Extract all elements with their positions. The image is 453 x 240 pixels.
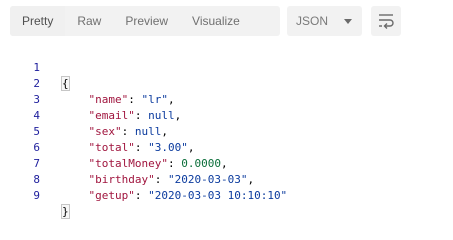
format-dropdown[interactable]: JSON [287, 6, 362, 36]
tab-raw[interactable]: Raw [65, 6, 113, 36]
json-code-view[interactable]: 1 { 2 "name": "lr", 3 "email": null, 4 "… [0, 44, 453, 219]
close-brace: } [61, 204, 70, 219]
code-line: 9 } [0, 172, 453, 219]
code-line: 3 "email": null, [0, 76, 453, 122]
code-line: 6 "totalMoney": 0.0000, [0, 124, 453, 170]
code-line: 4 "sex": null, [0, 92, 453, 138]
wrap-lines-button[interactable] [371, 6, 401, 36]
json-value: "2020-03-03 10:10:10" [148, 189, 288, 202]
view-mode-tabs: Pretty Raw Preview Visualize [10, 6, 280, 36]
wrap-lines-icon [379, 14, 394, 29]
code-line: 8 "getup": "2020-03-03 10:10:10" [0, 156, 453, 202]
code-line: 5 "total": "3.00", [0, 108, 453, 154]
code-line: 1 { [0, 44, 453, 91]
tab-pretty[interactable]: Pretty [10, 6, 66, 36]
code-line: 7 "birthday": "2020-03-03", [0, 140, 453, 186]
code-line: 2 "name": "lr", [0, 60, 453, 106]
json-key: "getup" [88, 189, 135, 202]
chevron-down-icon [344, 19, 352, 24]
tab-visualize[interactable]: Visualize [180, 6, 252, 36]
format-dropdown-value: JSON [296, 14, 329, 28]
tab-preview[interactable]: Preview [113, 6, 180, 36]
line-number: 9 [33, 189, 40, 202]
